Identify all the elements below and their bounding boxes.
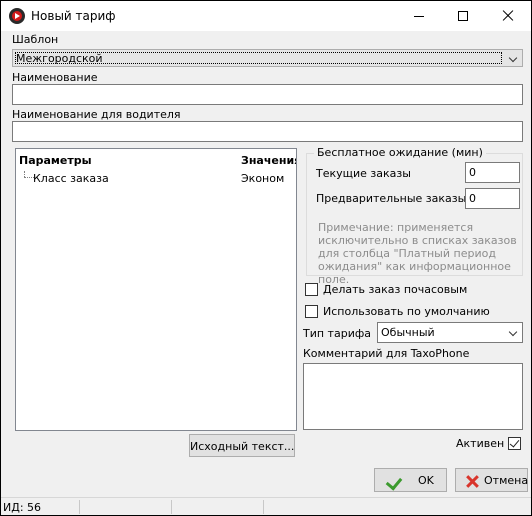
tree-row-param[interactable]: Класс заказа: [33, 172, 109, 185]
minimize-button[interactable]: [397, 1, 441, 31]
current-orders-input[interactable]: [465, 162, 520, 183]
template-label: Шаблон: [12, 33, 59, 46]
status-divider: [79, 500, 80, 514]
default-label[interactable]: Использовать по умолчанию: [323, 305, 490, 318]
default-checkbox[interactable]: [305, 305, 318, 318]
column-header-values[interactable]: Значения: [241, 154, 296, 167]
status-divider: [263, 500, 264, 514]
app-icon: [9, 8, 25, 24]
hourly-checkbox[interactable]: [305, 283, 318, 296]
status-divider: [171, 500, 172, 514]
template-select[interactable]: Межгородской: [12, 49, 523, 67]
free-wait-title: Бесплатное ожидание (мин): [314, 146, 486, 159]
tariff-type-select[interactable]: Обычный: [377, 322, 523, 343]
preorders-label: Предварительные заказы: [316, 192, 467, 205]
name-label: Наименование: [12, 71, 98, 84]
hourly-label[interactable]: Делать заказ почасовым: [323, 283, 467, 296]
template-selected-value: Межгородской: [16, 52, 103, 65]
free-wait-note: Примечание: применяется исключительно в …: [318, 221, 517, 286]
taxophone-comment-label: Комментарий для TaxoPhone: [303, 347, 470, 360]
cross-icon: [465, 474, 479, 488]
source-text-button[interactable]: Исходный текст...: [189, 434, 295, 457]
maximize-button[interactable]: [441, 1, 485, 31]
chevron-down-icon: [508, 327, 518, 337]
current-orders-label: Текущие заказы: [316, 167, 411, 180]
driver-name-label: Наименование для водителя: [12, 108, 181, 121]
column-header-params[interactable]: Параметры: [19, 154, 92, 167]
close-button[interactable]: [486, 1, 530, 31]
driver-name-input[interactable]: [12, 121, 523, 142]
title-bar[interactable]: Новый тариф: [1, 1, 531, 31]
source-text-button-label: Исходный текст...: [190, 440, 295, 453]
taxophone-comment-input[interactable]: [303, 363, 523, 430]
status-bar: ИД: 56: [1, 497, 531, 515]
cancel-button-label: Отмена: [484, 474, 529, 487]
tariff-type-label: Тип тарифа: [303, 327, 371, 340]
active-label[interactable]: Активен: [456, 437, 504, 450]
tree-row-value[interactable]: Эконом: [241, 172, 284, 185]
params-tree[interactable]: Параметры Значения Класс заказа Эконом: [15, 148, 297, 431]
ok-button-label: OK: [418, 474, 434, 487]
active-checkbox[interactable]: [508, 437, 521, 450]
tariff-type-selected-value: Обычный: [381, 326, 435, 339]
ok-button[interactable]: OK: [374, 468, 447, 492]
status-id: ИД: 56: [3, 501, 42, 514]
dialog-window: Новый тариф Шаблон Межгородской Наименов…: [1, 1, 531, 515]
preorders-input[interactable]: [465, 188, 520, 209]
window-title: Новый тариф: [31, 9, 116, 23]
cancel-button[interactable]: Отмена: [455, 468, 528, 492]
chevron-down-icon: [508, 53, 518, 63]
name-input[interactable]: [12, 84, 523, 105]
checkmark-icon: [385, 473, 403, 491]
